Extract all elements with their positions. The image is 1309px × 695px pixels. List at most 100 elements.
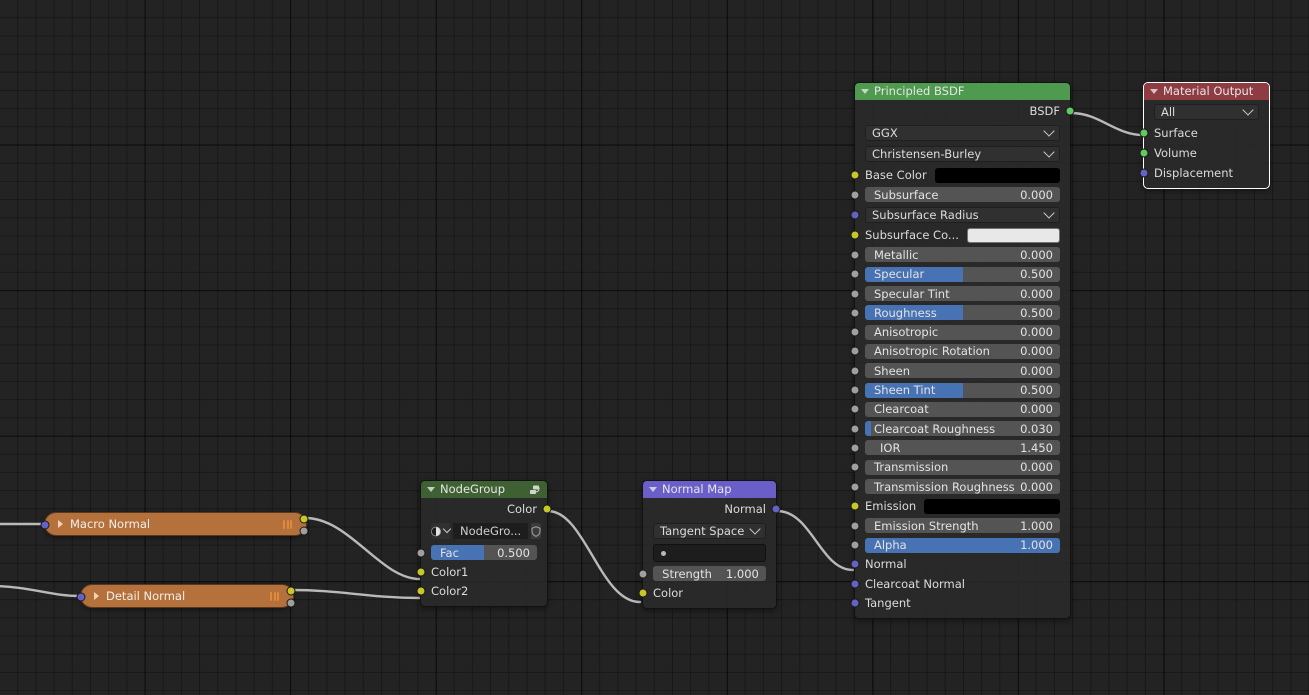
input-row-anisotropic[interactable]: Anisotropic 0.000 [850,322,1070,341]
input-row-clearcoat[interactable]: Clearcoat 0.000 [850,400,1070,419]
socket-clearcoat[interactable] [850,404,860,414]
socket-transmission[interactable] [850,462,860,472]
input-row-clearcoat-normal[interactable]: Clearcoat Normal [850,574,1070,593]
socket-macro-normal-input[interactable] [40,520,50,530]
input-row-displacement[interactable]: Displacement [1139,163,1269,183]
socket-metallic[interactable] [850,250,860,260]
datablock-name[interactable]: NodeGro... [453,523,529,539]
anisotropic-rotation-slider[interactable]: Anisotropic Rotation 0.000 [865,343,1060,359]
socket-displacement[interactable] [1139,168,1149,178]
node-principled-bsdf[interactable]: Principled BSDF BSDF GGX Christensen-Bur… [850,82,1075,619]
input-row-tangent[interactable]: Tangent [850,593,1070,612]
input-row-transmission[interactable]: Transmission 0.000 [850,458,1070,477]
chevron-down-icon[interactable] [1043,147,1055,158]
node-detail-normal[interactable]: Detail Normal [76,584,296,608]
socket-clearcoat-normal[interactable] [850,579,860,589]
distribution-dropdown[interactable]: GGX [865,124,1060,141]
subsurface-color-swatch[interactable] [966,227,1060,243]
socket-nodegroup-color2[interactable] [416,586,426,596]
collapse-triangle-icon[interactable] [649,487,657,492]
specular-tint-slider[interactable]: Specular Tint 0.000 [865,286,1060,302]
roughness-slider[interactable]: Roughness 0.500 [865,305,1060,321]
emission-color-swatch[interactable] [924,498,1060,514]
node-nodegroup[interactable]: NodeGroup Color NodeGro... Fac 0.500 Col… [416,480,552,607]
input-row-color2[interactable]: Color2 [416,582,547,601]
collapse-triangle-icon[interactable] [1150,89,1158,94]
socket-normal[interactable] [850,559,860,569]
input-row-metallic[interactable]: Metallic 0.000 [850,245,1070,264]
fac-slider[interactable]: Fac 0.500 [431,545,537,561]
input-row-roughness[interactable]: Roughness 0.500 [850,303,1070,322]
socket-subsurface[interactable] [850,190,860,200]
socket-sheen-tint[interactable] [850,385,860,395]
input-row-color1[interactable]: Color1 [416,562,547,581]
chevron-down-icon[interactable] [442,524,452,534]
space-dropdown-row[interactable]: Tangent Space [643,519,776,542]
socket-bsdf-out[interactable] [1065,106,1075,116]
socket-clearcoat-roughness[interactable] [850,424,860,434]
target-dropdown[interactable]: All [1154,103,1259,120]
socket-specular-tint[interactable] [850,289,860,299]
socket-macro-normal-output-value[interactable] [299,526,309,536]
transmission-roughness-slider[interactable]: Transmission Roughness 0.000 [865,479,1060,494]
metallic-slider[interactable]: Metallic 0.000 [865,247,1060,263]
node-header-principled-bsdf[interactable]: Principled BSDF [855,83,1070,100]
input-row-base-color[interactable]: Base Color [850,165,1070,185]
node-header-material-output[interactable]: Material Output [1144,83,1269,100]
socket-base-color[interactable] [850,170,860,180]
expand-triangle-icon[interactable] [58,520,63,528]
socket-emission-strength[interactable] [850,521,860,531]
subsurface-method-dropdown[interactable]: Christensen-Burley [865,146,1060,162]
specular-slider[interactable]: Specular 0.500 [865,266,1060,282]
node-macro-normal[interactable]: Macro Normal [40,512,309,536]
socket-nodegroup-fac[interactable] [416,548,426,558]
transmission-slider[interactable]: Transmission 0.000 [865,459,1060,475]
input-row-sheen[interactable]: Sheen 0.000 [850,361,1070,380]
chevron-down-icon[interactable] [1043,207,1055,219]
socket-transmission-roughness[interactable] [850,482,860,491]
shader-ball-icon[interactable] [431,523,452,539]
socket-macro-normal-output-color[interactable] [299,514,309,524]
socket-surface[interactable] [1139,128,1149,138]
socket-emission[interactable] [850,501,860,511]
chevron-down-icon[interactable] [1043,125,1055,137]
socket-subsurface-color[interactable] [850,230,860,240]
input-row-specular-tint[interactable]: Specular Tint 0.000 [850,284,1070,303]
subsurface-slider[interactable]: Subsurface 0.000 [865,187,1060,203]
input-row-color[interactable]: Color [638,583,776,602]
input-row-subsurface-color[interactable]: Subsurface Co... [850,225,1070,245]
shader-node-editor-canvas[interactable]: Macro Normal Detail Normal NodeGroup Col… [0,0,1309,695]
input-row-anisotropic-rotation[interactable]: Anisotropic Rotation 0.000 [850,342,1070,361]
distribution-dropdown-row[interactable]: GGX [855,122,1070,143]
socket-detail-normal-output-color[interactable] [286,586,296,596]
socket-specular[interactable] [850,269,860,279]
node-header-normal-map[interactable]: Normal Map [643,481,776,498]
socket-anisotropic[interactable] [850,327,860,337]
node-normal-map[interactable]: Normal Map Normal Tangent Space Strength… [638,480,781,609]
base-color-swatch[interactable] [934,167,1060,183]
socket-subsurface-radius[interactable] [850,210,860,220]
socket-nodegroup-out-color[interactable] [542,504,552,513]
sheen-slider[interactable]: Sheen 0.000 [865,363,1060,379]
target-dropdown-row[interactable]: All [1144,100,1269,123]
strength-slider[interactable]: Strength 1.000 [653,566,766,582]
socket-alpha[interactable] [850,540,860,550]
socket-normalmap-strength[interactable] [638,569,648,579]
socket-normalmap-color[interactable] [638,588,648,598]
sheen-tint-slider[interactable]: Sheen Tint 0.500 [865,382,1060,398]
collapse-triangle-icon[interactable] [427,487,435,492]
input-row-emission[interactable]: Emission [850,496,1070,516]
emission-strength-slider[interactable]: Emission Strength 1.000 [865,518,1060,534]
socket-detail-normal-output-value[interactable] [286,598,296,608]
socket-sheen[interactable] [850,366,860,376]
subsurface-radius-dropdown[interactable]: Subsurface Radius [865,206,1060,223]
input-row-volume[interactable]: Volume [1139,143,1269,163]
uvmap-row[interactable] [643,542,776,564]
clearcoat-slider[interactable]: Clearcoat 0.000 [865,401,1060,417]
input-row-sheen-tint[interactable]: Sheen Tint 0.500 [850,380,1070,399]
socket-roughness[interactable] [850,308,860,318]
input-row-ior[interactable]: IOR 1.450 [850,438,1070,457]
socket-tangent[interactable] [850,598,860,608]
expand-triangle-icon[interactable] [94,592,99,600]
fake-user-shield-icon[interactable] [531,523,542,539]
